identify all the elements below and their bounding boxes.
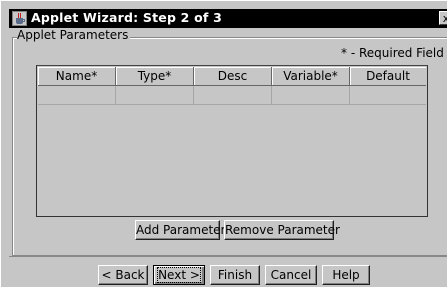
cell-name[interactable] bbox=[38, 86, 116, 104]
back-button[interactable]: < Back bbox=[98, 265, 148, 285]
group-label: Applet Parameters bbox=[17, 28, 131, 42]
divider bbox=[9, 256, 447, 257]
cell-variable[interactable] bbox=[272, 86, 350, 104]
close-button[interactable]: x bbox=[439, 11, 447, 25]
applet-wizard-window: Applet Wizard: Step 2 of 3 x Applet Para… bbox=[0, 0, 447, 287]
next-button-label: Next > bbox=[157, 267, 201, 283]
cancel-button[interactable]: Cancel bbox=[265, 265, 317, 285]
column-header-name[interactable]: Name* bbox=[38, 67, 116, 86]
table-header: Name* Type* Desc Variable* Default bbox=[38, 67, 426, 86]
column-header-default[interactable]: Default bbox=[350, 67, 426, 86]
window-title: Applet Wizard: Step 2 of 3 bbox=[31, 10, 222, 25]
parameters-table[interactable]: Name* Type* Desc Variable* Default bbox=[36, 65, 428, 217]
next-button[interactable]: Next > bbox=[153, 265, 205, 285]
finish-button[interactable]: Finish bbox=[210, 265, 260, 285]
cell-type[interactable] bbox=[116, 86, 194, 104]
table-row[interactable] bbox=[38, 86, 426, 105]
column-header-type[interactable]: Type* bbox=[116, 67, 194, 86]
title-bar[interactable]: Applet Wizard: Step 2 of 3 x bbox=[9, 9, 447, 28]
column-header-desc[interactable]: Desc bbox=[194, 67, 272, 86]
cell-default[interactable] bbox=[350, 86, 426, 104]
remove-parameter-button[interactable]: Remove Parameter bbox=[224, 220, 340, 240]
cell-desc[interactable] bbox=[194, 86, 272, 104]
java-coffee-cup-icon bbox=[12, 11, 27, 26]
column-header-variable[interactable]: Variable* bbox=[272, 67, 350, 86]
required-field-note: * - Required Field bbox=[341, 46, 444, 60]
add-parameter-button[interactable]: Add Parameter bbox=[135, 220, 225, 240]
help-button[interactable]: Help bbox=[322, 265, 370, 285]
